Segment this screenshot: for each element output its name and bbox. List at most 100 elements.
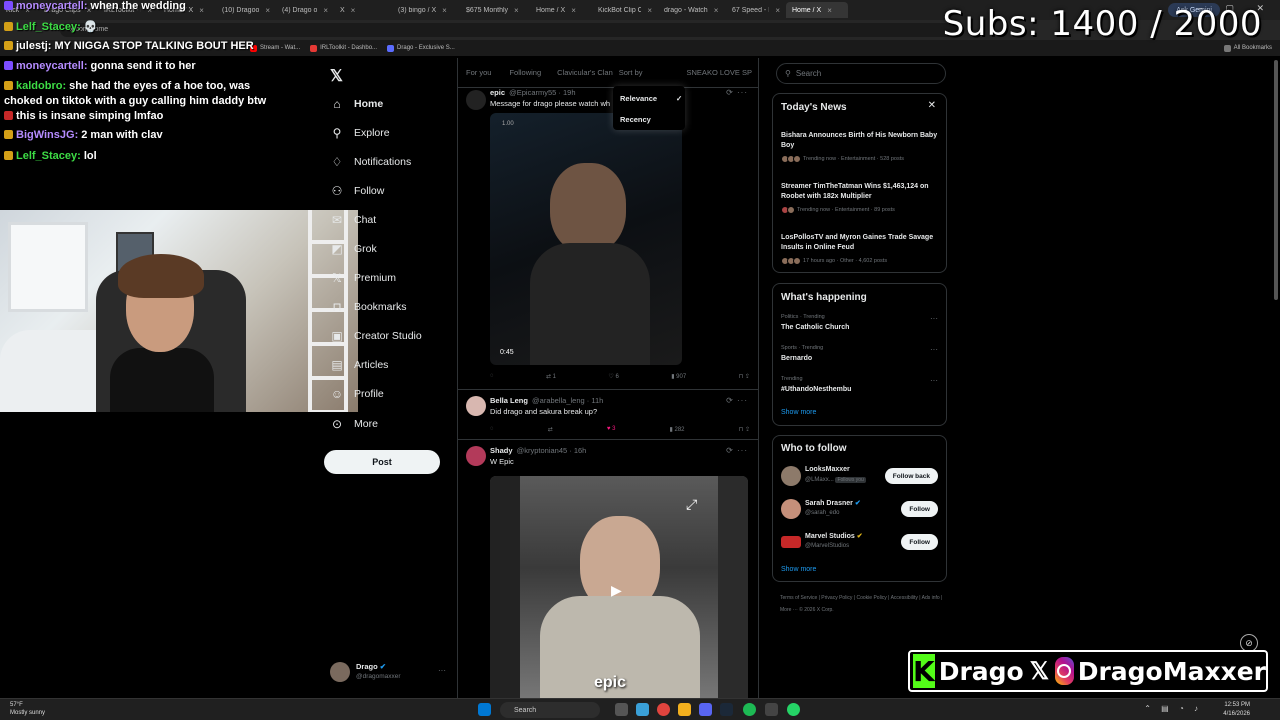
close-tab-icon[interactable]: × bbox=[647, 6, 652, 15]
more-dots-icon[interactable]: ··· bbox=[930, 376, 938, 385]
follow-suggestion-name[interactable]: LooksMaxxer bbox=[805, 466, 850, 473]
folder-icon[interactable] bbox=[678, 703, 691, 716]
app-icon[interactable] bbox=[636, 703, 649, 716]
nav-profile[interactable]: ☺ Profile bbox=[330, 383, 384, 405]
steam-icon[interactable] bbox=[720, 703, 733, 716]
bookmark-1[interactable]: Stream - Wat... bbox=[250, 44, 300, 52]
nav-grok[interactable]: ◩ Grok bbox=[330, 238, 376, 260]
account-switcher[interactable]: Drago ✔ @dragomaxxer ··· bbox=[330, 658, 450, 686]
more-dots-icon[interactable]: ··· bbox=[930, 314, 938, 323]
browser-tab[interactable]: drago - Watch × bbox=[658, 2, 726, 18]
reply-icon[interactable]: ◌ bbox=[490, 426, 494, 432]
close-tab-icon[interactable]: × bbox=[714, 6, 719, 15]
browser-tab[interactable]: Home / X × bbox=[530, 2, 592, 18]
browser-tab[interactable]: KickBot Clip C × bbox=[592, 2, 658, 18]
avatar[interactable] bbox=[466, 396, 486, 416]
more-dots-icon[interactable]: ⟳ ··· bbox=[726, 396, 748, 405]
close-tab-icon[interactable]: × bbox=[442, 6, 447, 15]
follow-suggestion-name[interactable]: Sarah Drasner ✔ bbox=[805, 499, 861, 507]
nav-premium[interactable]: 𝕏 Premium bbox=[330, 267, 396, 289]
close-tab-icon[interactable]: × bbox=[571, 6, 576, 15]
nav-articles[interactable]: ▤ Articles bbox=[330, 354, 388, 376]
clock[interactable]: 12:53 PM 4/16/2026 bbox=[1223, 701, 1250, 719]
all-bookmarks[interactable]: All Bookmarks bbox=[1223, 44, 1272, 52]
reply-icon[interactable]: ◌ bbox=[490, 373, 494, 379]
tab-sneako[interactable]: SNEAKO LOVE SP bbox=[687, 68, 752, 77]
more-dots-icon[interactable]: ··· bbox=[930, 345, 938, 354]
views-icon[interactable]: ▮ 907 bbox=[671, 373, 686, 380]
follow-button[interactable]: Follow bbox=[901, 501, 938, 517]
browser-tab[interactable]: X × bbox=[334, 2, 392, 18]
follow-back-button[interactable]: Follow back bbox=[884, 468, 938, 484]
browser-tab[interactable]: 67 Speed - Fr × bbox=[726, 2, 786, 18]
trend-name[interactable]: The Catholic Church bbox=[781, 324, 849, 331]
nav-bookmarks[interactable]: ⊓ Bookmarks bbox=[330, 296, 406, 318]
post-button[interactable]: Post bbox=[324, 450, 440, 474]
weather-widget[interactable]: 57°F Mostly sunny bbox=[10, 701, 45, 717]
close-tab-icon[interactable]: × bbox=[323, 6, 328, 15]
nav-follow[interactable]: ⚇ Follow bbox=[330, 180, 385, 202]
trend-name[interactable]: Bernardo bbox=[781, 355, 812, 362]
discord-icon[interactable] bbox=[699, 703, 712, 716]
more-dots-icon[interactable]: ⟳ ··· bbox=[726, 446, 748, 455]
avatar[interactable] bbox=[466, 446, 486, 466]
avatar[interactable] bbox=[466, 90, 486, 110]
avatar[interactable] bbox=[781, 499, 801, 519]
avatar[interactable] bbox=[781, 536, 801, 548]
bookmark-2[interactable]: IRLToolkit - Dashbo... bbox=[310, 44, 377, 52]
news-item-title[interactable]: Streamer TimTheTatman Wins $1,463,124 on… bbox=[781, 182, 941, 202]
tweet[interactable]: Bella Leng @arabella_leng · 11h ⟳ ··· Di… bbox=[458, 390, 758, 440]
browser-tab[interactable]: (3) bingo / X × bbox=[392, 2, 460, 18]
nav-creator-studio[interactable]: ▣ Creator Studio bbox=[330, 325, 421, 347]
tweet-video[interactable]: ▶ ⤢ epic bbox=[490, 476, 748, 698]
tab-following[interactable]: Following bbox=[509, 68, 541, 77]
close-tab-icon[interactable]: × bbox=[775, 6, 780, 15]
tab-for-you[interactable]: For you bbox=[466, 68, 491, 77]
like-icon[interactable]: ♡ 6 bbox=[608, 373, 618, 380]
sort-option-recency[interactable]: Recency bbox=[620, 115, 651, 124]
sort-by-button[interactable]: Sort by bbox=[619, 68, 643, 77]
expand-icon[interactable]: ⤢ bbox=[686, 496, 697, 513]
more-dots-icon[interactable]: ··· bbox=[438, 666, 446, 675]
url-field[interactable]: x.com/home bbox=[60, 23, 960, 37]
close-tab-icon[interactable]: × bbox=[827, 6, 832, 15]
views-icon[interactable]: ▮ 282 bbox=[670, 426, 685, 433]
more-dots-icon[interactable]: ⟳ ··· bbox=[726, 88, 748, 97]
page-scrollbar[interactable] bbox=[1274, 60, 1278, 300]
nav-chat[interactable]: ✉ Chat bbox=[330, 209, 376, 231]
x-logo-icon[interactable]: 𝕏 bbox=[330, 66, 343, 86]
bookmark-3[interactable]: Drago - Exclusive S... bbox=[387, 44, 455, 52]
close-tab-icon[interactable]: × bbox=[199, 6, 204, 15]
news-item-title[interactable]: LosPollosTV and Myron Gaines Trade Savag… bbox=[781, 233, 941, 253]
like-icon[interactable]: ♥ 3 bbox=[607, 426, 616, 432]
follow-button[interactable]: Follow bbox=[901, 534, 938, 550]
repost-icon[interactable]: ⇄ 1 bbox=[546, 373, 556, 380]
browser-tab[interactable]: (4) Drago on X × bbox=[276, 2, 334, 18]
trend-name[interactable]: #UthandoNesthembu bbox=[781, 386, 851, 393]
browser-tab[interactable]: Home / X × bbox=[786, 2, 848, 18]
follow-suggestion-name[interactable]: Marvel Studios ✔ bbox=[805, 532, 863, 540]
repost-icon[interactable]: ⇄ bbox=[548, 426, 553, 433]
task-view-icon[interactable] bbox=[615, 703, 628, 716]
footer-links[interactable]: Terms of Service | Privacy Policy | Cook… bbox=[780, 592, 950, 616]
share-icon[interactable]: ⊓ ⇪ bbox=[739, 426, 750, 433]
nav-notifications[interactable]: ♢ Notifications bbox=[330, 151, 412, 173]
tab-clan[interactable]: Clavicular's Clan bbox=[557, 68, 613, 77]
whatsapp-icon[interactable] bbox=[787, 703, 800, 716]
nav-more[interactable]: ⊙ More bbox=[330, 413, 378, 435]
show-more-link[interactable]: Show more bbox=[781, 566, 816, 573]
avatar[interactable] bbox=[781, 466, 801, 486]
nav-explore[interactable]: ⚲ Explore bbox=[330, 122, 390, 144]
chrome-icon[interactable] bbox=[657, 703, 670, 716]
share-icon[interactable]: ⊓ ⇪ bbox=[739, 373, 750, 380]
news-item-title[interactable]: Bishara Announces Birth of His Newborn B… bbox=[781, 131, 941, 151]
obs-icon[interactable] bbox=[765, 703, 778, 716]
sort-option-relevance[interactable]: Relevance ✓ bbox=[620, 94, 682, 103]
show-more-link[interactable]: Show more bbox=[781, 409, 816, 416]
close-tab-icon[interactable]: × bbox=[514, 6, 519, 15]
play-icon[interactable]: ▶ bbox=[611, 582, 629, 600]
spotify-icon[interactable] bbox=[743, 703, 756, 716]
tweet-video[interactable]: 1.00 0:45 bbox=[490, 113, 682, 365]
system-tray[interactable]: ⌃ ▤ ◔ ♪ bbox=[1144, 704, 1202, 713]
search-input[interactable]: ⚲ Search bbox=[776, 63, 946, 84]
